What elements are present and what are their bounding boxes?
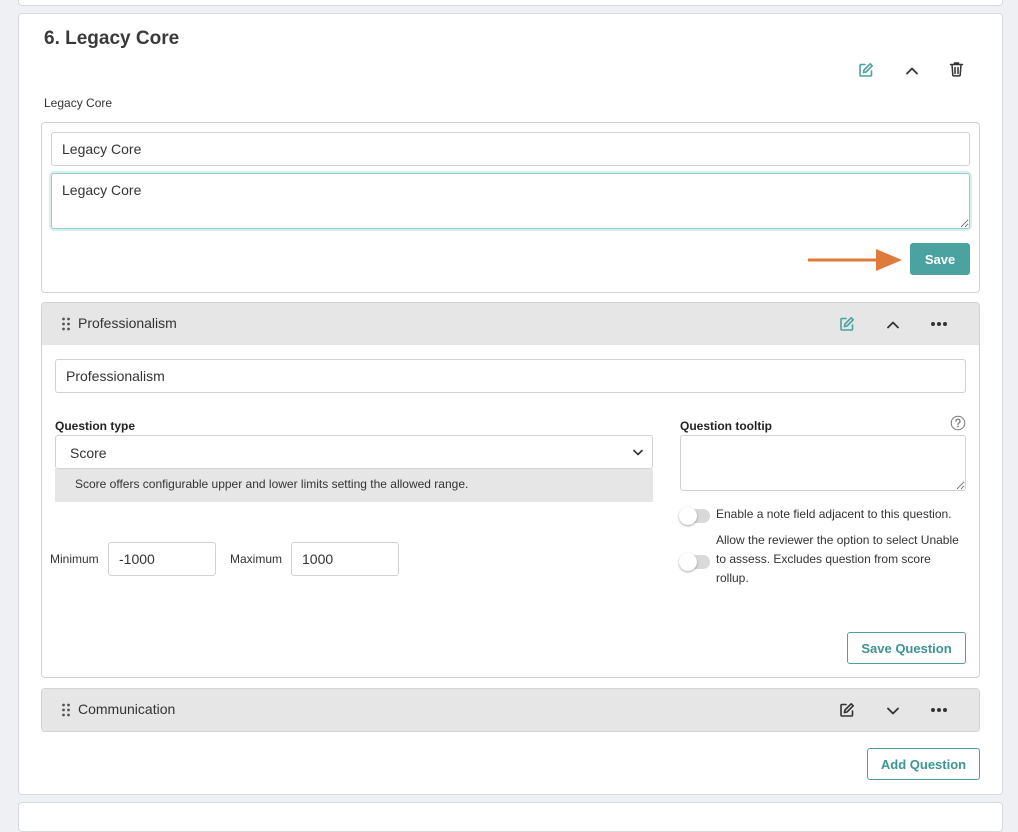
minimum-label: Minimum <box>50 552 99 566</box>
question-expand-button[interactable] <box>881 699 905 723</box>
add-question-button[interactable]: Add Question <box>867 748 980 780</box>
section-card: 6. Legacy Core Legacy Core Legacy Core S… <box>18 13 1003 795</box>
section-collapse-button[interactable] <box>900 59 924 83</box>
chevron-down-icon <box>633 449 643 456</box>
help-icon[interactable] <box>950 415 966 431</box>
next-section-card <box>18 802 1003 832</box>
question-type-select[interactable]: Score <box>55 435 653 469</box>
drag-handle-icon[interactable] <box>61 316 71 332</box>
maximum-label: Maximum <box>230 552 283 566</box>
maximum-input[interactable] <box>291 542 399 576</box>
question-edit-button[interactable] <box>835 312 859 336</box>
arrow-annotation <box>808 249 902 271</box>
unable-to-assess-toggle[interactable] <box>679 553 710 571</box>
more-horizontal-icon <box>931 322 947 326</box>
question-type-label: Question type <box>55 419 136 433</box>
section-description: Legacy Core <box>44 96 113 110</box>
note-field-toggle-label: Enable a note field adjacent to this que… <box>716 507 952 521</box>
question-tooltip-label: Question tooltip <box>680 419 772 433</box>
section-description-textarea[interactable]: Legacy Core <box>51 173 970 229</box>
question-name-input[interactable] <box>55 359 966 393</box>
trash-icon <box>949 62 963 77</box>
question-tooltip-textarea[interactable] <box>680 435 966 491</box>
more-horizontal-icon <box>931 708 947 712</box>
question-edit-button[interactable] <box>835 698 859 722</box>
question-type-value: Score <box>70 445 107 461</box>
minimum-input[interactable] <box>108 542 216 576</box>
question-collapse-button[interactable] <box>881 313 905 337</box>
save-question-button[interactable]: Save Question <box>847 632 966 664</box>
unable-to-assess-toggle-label: Allow the reviewer the option to select … <box>716 533 959 585</box>
question-type-hint: Score offers configurable upper and lowe… <box>55 469 653 502</box>
section-edit-button[interactable] <box>854 58 878 82</box>
question-card-professionalism: Professionalism Question type Sco <box>41 302 980 678</box>
save-button[interactable]: Save <box>910 243 970 275</box>
chevron-down-icon <box>887 707 899 715</box>
edit-icon <box>840 317 854 331</box>
previous-section-card <box>18 0 1003 6</box>
chevron-up-icon <box>887 321 899 329</box>
drag-handle-icon[interactable] <box>61 702 71 718</box>
edit-icon <box>859 63 873 77</box>
edit-icon <box>840 703 854 717</box>
question-card-communication: Communication <box>41 688 980 732</box>
question-header: Communication <box>42 689 979 731</box>
section-name-input[interactable] <box>51 132 970 166</box>
question-more-button[interactable] <box>927 312 951 336</box>
question-header: Professionalism <box>42 303 979 345</box>
note-field-toggle[interactable] <box>679 507 710 525</box>
section-delete-button[interactable] <box>944 57 968 81</box>
chevron-up-icon <box>906 67 918 75</box>
question-more-button[interactable] <box>927 698 951 722</box>
question-title: Professionalism <box>78 315 177 331</box>
section-edit-panel: Legacy Core Save <box>41 122 980 293</box>
section-title: 6. Legacy Core <box>44 28 180 49</box>
question-title: Communication <box>78 701 176 717</box>
